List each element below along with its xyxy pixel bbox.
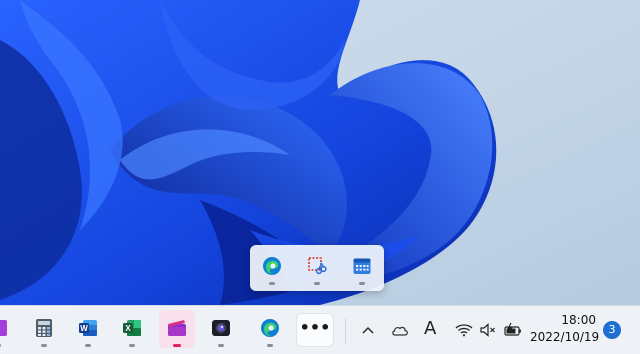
calendar-icon	[353, 258, 371, 274]
running-indicator	[173, 344, 181, 347]
ime-icon[interactable]: A	[424, 318, 436, 339]
word-icon: W	[79, 320, 97, 336]
svg-text:X: X	[125, 324, 131, 333]
flyout-edge-app[interactable]	[254, 253, 290, 287]
running-indicator	[267, 344, 273, 347]
taskbar-excel-app[interactable]: X	[114, 310, 150, 348]
taskbar-camera-app[interactable]	[203, 310, 239, 348]
running-indicator	[0, 344, 1, 347]
chevron-up-icon[interactable]	[358, 320, 378, 340]
tray-separator	[345, 318, 346, 344]
edge-icon	[263, 257, 281, 275]
edge-icon	[261, 319, 279, 337]
taskbar-onenote-app[interactable]	[0, 310, 16, 348]
more-icon: •••	[299, 318, 331, 337]
running-indicator	[129, 344, 135, 347]
clock-date: 2022/10/19	[530, 330, 600, 344]
svg-text:W: W	[80, 324, 88, 333]
taskbar-calculator-app[interactable]	[26, 310, 62, 348]
battery-charging-icon[interactable]	[503, 320, 523, 340]
taskbar-clipchamp-app[interactable]	[159, 310, 195, 348]
system-clock[interactable]: 18:00 2022/10/19	[530, 312, 600, 346]
flyout-snipping-tool-app[interactable]	[299, 253, 335, 287]
taskbar: W X ••• A 18:00 2022/10/19 3	[0, 305, 640, 354]
calculator-icon	[36, 319, 52, 337]
running-indicator	[218, 344, 224, 347]
wifi-icon[interactable]	[454, 320, 474, 340]
running-indicator	[314, 282, 320, 285]
speaker-muted-icon[interactable]	[478, 320, 498, 340]
camera-icon	[212, 320, 230, 336]
clock-time: 18:00	[561, 313, 596, 327]
running-indicator	[85, 344, 91, 347]
taskbar-edge-app[interactable]	[252, 310, 288, 348]
clipchamp-icon	[168, 320, 186, 336]
snipping-tool-icon	[308, 257, 327, 275]
onedrive-cloud-icon[interactable]	[390, 320, 410, 340]
running-indicator	[269, 282, 275, 285]
onenote-icon	[0, 320, 7, 336]
taskbar-overflow-button[interactable]: •••	[297, 314, 333, 346]
running-indicator	[41, 344, 47, 347]
taskbar-word-app[interactable]: W	[70, 310, 106, 348]
excel-icon: X	[123, 320, 141, 336]
notification-badge[interactable]: 3	[603, 321, 621, 339]
taskbar-overflow-flyout	[250, 245, 384, 291]
flyout-calendar-app[interactable]	[344, 253, 380, 287]
running-indicator	[359, 282, 365, 285]
